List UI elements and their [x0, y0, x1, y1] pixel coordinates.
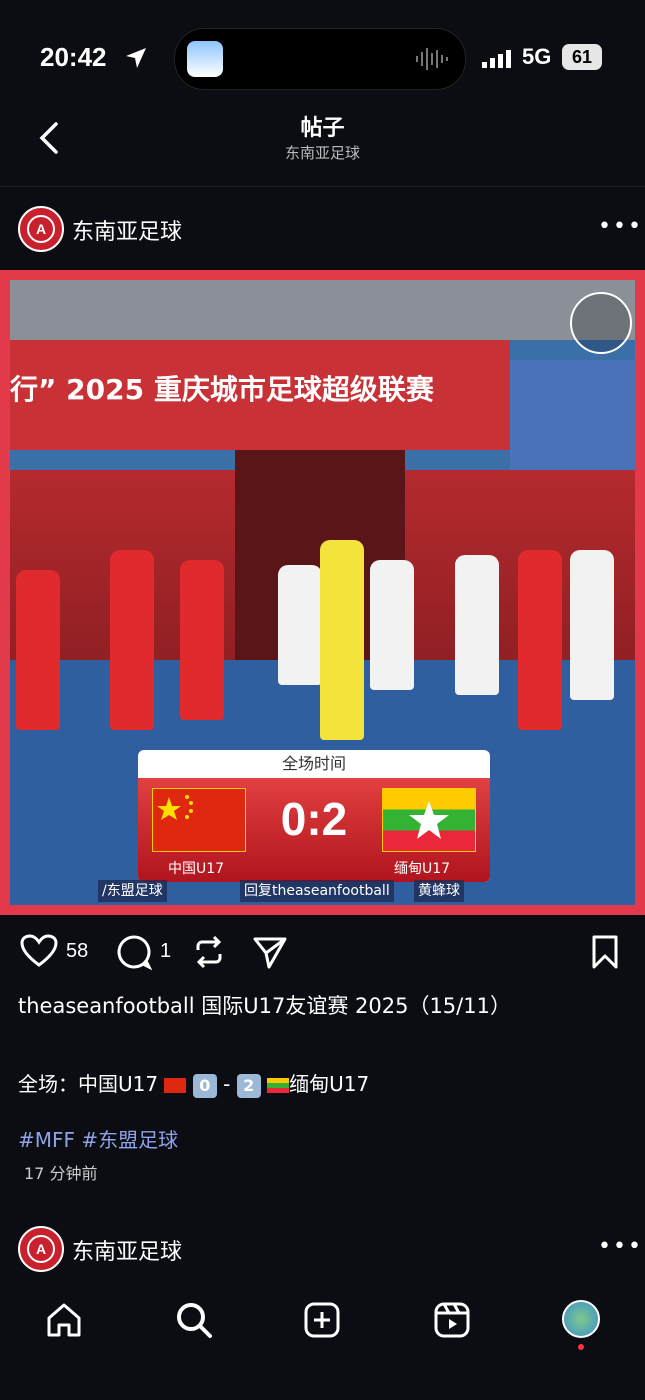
battery-indicator: 61 — [562, 44, 602, 70]
player-figure — [180, 560, 224, 720]
location-arrow-icon — [126, 48, 146, 68]
credit-label: 回复theaseanfootball — [240, 880, 394, 902]
stadium-seats — [510, 360, 635, 470]
scoreboard-body: 0:2 中国U17 缅甸U17 — [138, 778, 490, 882]
avatar-logo: A — [27, 215, 55, 243]
myanmar-flag-emoji — [267, 1078, 290, 1093]
reels-icon[interactable] — [432, 1300, 472, 1340]
status-bar: 20:42 5G 61 — [0, 0, 645, 110]
account-avatar[interactable]: A — [18, 206, 64, 252]
player-figure — [570, 550, 614, 700]
search-icon[interactable] — [174, 1300, 214, 1340]
page-subtitle: 东南亚足球 — [284, 144, 360, 162]
bottom-tab-bar — [0, 1280, 645, 1400]
dynamic-island[interactable] — [174, 28, 466, 90]
more-options-icon[interactable]: ••• — [598, 214, 643, 239]
status-time: 20:42 — [40, 42, 107, 72]
more-options-icon[interactable]: ••• — [598, 1234, 643, 1259]
repost-icon[interactable] — [192, 934, 226, 970]
player-figure — [278, 565, 322, 685]
page-title: 帖子 — [300, 116, 345, 141]
score-dash: - — [223, 1072, 231, 1096]
audio-wave-icon — [416, 48, 448, 70]
create-icon[interactable] — [302, 1300, 342, 1340]
comment-count[interactable]: 1 — [160, 940, 171, 963]
account-name[interactable]: 东南亚足球 — [72, 214, 182, 246]
china-flag-emoji — [164, 1078, 187, 1093]
save-bookmark-icon[interactable] — [590, 934, 620, 970]
header-divider — [0, 186, 645, 187]
cellular-signal-icon — [482, 50, 511, 68]
post-time: 17 分钟前 — [24, 1164, 98, 1183]
account-name[interactable]: 东南亚足球 — [72, 1234, 182, 1266]
player-figure — [16, 570, 60, 730]
myanmar-flag-icon — [382, 788, 476, 852]
home-team-label: 中国U17 — [168, 861, 225, 877]
comment-icon[interactable] — [116, 934, 152, 970]
credit-label: /东盟足球 — [98, 880, 167, 902]
scoreboard: 全场时间 0:2 中国U17 缅甸U17 — [138, 750, 490, 882]
notification-dot — [578, 1344, 584, 1350]
result-prefix: 全场：中国U17 — [18, 1072, 159, 1096]
goalkeeper-figure — [320, 540, 364, 740]
banner-text: 行” 2025 重庆城市足球超级联赛 — [10, 373, 434, 406]
avatar-logo: A — [27, 1235, 55, 1263]
result-suffix: 缅甸U17 — [289, 1072, 370, 1096]
home-icon[interactable] — [44, 1300, 84, 1340]
share-send-icon[interactable] — [252, 934, 288, 970]
photo-background-building — [10, 280, 635, 340]
player-figure — [455, 555, 499, 695]
player-figure — [518, 550, 562, 730]
like-count[interactable]: 58 — [66, 940, 88, 963]
account-avatar[interactable]: A — [18, 1226, 64, 1272]
scoreboard-header: 全场时间 — [281, 754, 346, 773]
network-type: 5G — [522, 44, 552, 69]
credit-label: 黄蜂球 — [414, 880, 464, 902]
post-image[interactable]: 行” 2025 重庆城市足球超级联赛 全场时间 0:2 中国U17 缅甸U17 … — [0, 270, 645, 915]
post-caption: theaseanfootball 国际U17友谊赛 2025（15/11） — [18, 994, 511, 1018]
profile-avatar[interactable] — [562, 1300, 600, 1338]
player-figure — [110, 550, 154, 730]
player-figure — [370, 560, 414, 690]
away-score-keycap: 2 — [236, 1073, 261, 1098]
home-score-keycap: 0 — [192, 1073, 217, 1098]
hashtags[interactable]: #MFF #东盟足球 — [18, 1124, 178, 1153]
away-team-label: 缅甸U17 — [394, 861, 451, 877]
now-playing-thumbnail — [187, 41, 223, 77]
match-photo: 行” 2025 重庆城市足球超级联赛 全场时间 0:2 中国U17 缅甸U17 … — [10, 280, 635, 905]
like-heart-icon[interactable] — [20, 934, 58, 968]
result-line: 全场：中国U17 0 - 2 缅甸U17 — [18, 1068, 369, 1098]
asean-football-logo — [570, 292, 632, 354]
